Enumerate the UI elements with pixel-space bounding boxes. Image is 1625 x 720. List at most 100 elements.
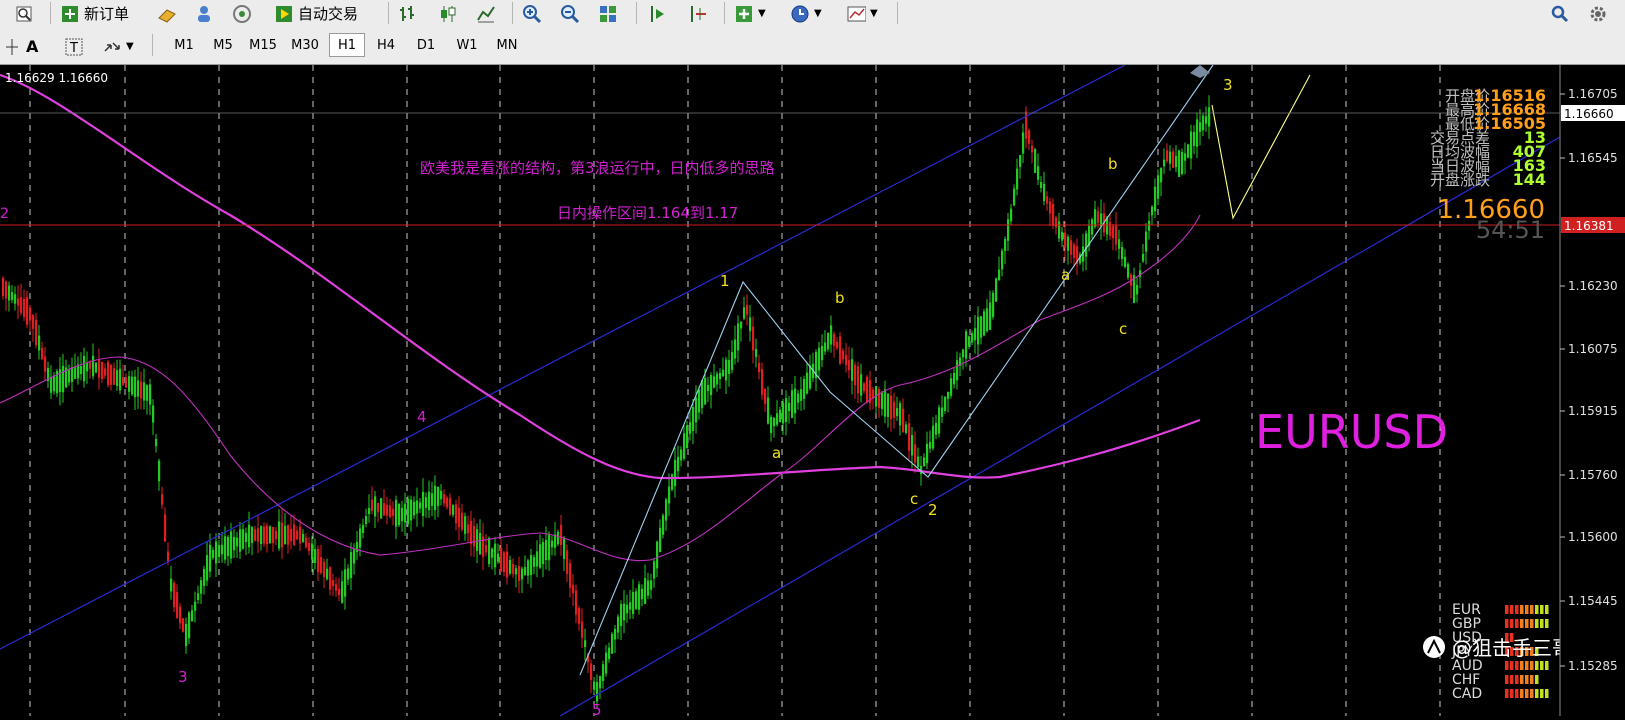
candle-body xyxy=(173,582,176,608)
crosshair-button[interactable] xyxy=(2,33,22,60)
candle-body xyxy=(413,501,416,516)
strength-bar xyxy=(1530,605,1534,614)
candle-body xyxy=(668,486,671,504)
strength-bar xyxy=(1530,689,1534,698)
candle-body xyxy=(164,514,167,542)
candle-body xyxy=(431,493,434,506)
candle-body xyxy=(443,494,446,504)
search-button[interactable] xyxy=(1550,0,1570,27)
strength-bar xyxy=(1525,605,1529,614)
candle-body xyxy=(902,408,905,433)
candle-body xyxy=(1055,217,1058,228)
zoom-out-button[interactable] xyxy=(560,0,580,27)
chart-shift-button[interactable] xyxy=(688,0,708,27)
candle-body xyxy=(1019,155,1022,167)
candle-body xyxy=(893,401,896,418)
price-chart[interactable]: 1.16629 1.16660 2 欧美我是看涨的结构，第3浪运行中，日内低多的… xyxy=(0,64,1625,719)
candle-body xyxy=(131,376,134,395)
candle-body xyxy=(818,347,821,371)
candle-body xyxy=(449,497,452,515)
candle-body xyxy=(149,384,152,405)
candle-body xyxy=(284,525,287,545)
candle-body xyxy=(1154,186,1157,212)
bar-chart-button[interactable] xyxy=(398,0,418,27)
settings-button[interactable] xyxy=(1588,0,1608,27)
candle-body xyxy=(287,525,290,545)
zoom-in-button[interactable] xyxy=(522,0,542,27)
candle-body xyxy=(215,541,218,564)
timeframe-d1[interactable]: D1 xyxy=(408,33,444,57)
timeframe-h4[interactable]: H4 xyxy=(368,33,404,57)
timeframe-m5[interactable]: M5 xyxy=(205,33,241,57)
strength-bar xyxy=(1520,605,1524,614)
candle-body xyxy=(302,534,305,542)
candle-body xyxy=(710,375,713,395)
chart-canvas[interactable]: 1.16629 1.16660 2 欧美我是看涨的结构，第3浪运行中，日内低多的… xyxy=(0,64,1625,719)
candle-body xyxy=(1202,115,1205,131)
candle-body xyxy=(326,568,329,580)
candle-chart-button[interactable] xyxy=(438,0,458,27)
candle-body xyxy=(533,557,536,567)
templates-button[interactable]: ▼ xyxy=(846,0,878,27)
timeframe-w1[interactable]: W1 xyxy=(449,33,485,57)
candle-body xyxy=(809,365,812,389)
auto-scroll-button[interactable] xyxy=(648,0,668,27)
candle-body xyxy=(1058,221,1061,239)
candle-body xyxy=(605,652,608,674)
annotation-structure: 欧美我是看涨的结构，第3浪运行中，日内低多的思路 xyxy=(420,159,775,177)
terminal-button[interactable] xyxy=(194,0,214,27)
candle-body xyxy=(743,307,746,319)
indicators-button[interactable]: ▼ xyxy=(734,0,766,27)
arrows-button[interactable]: ▼ xyxy=(102,33,134,60)
text-label-button[interactable]: T xyxy=(64,33,84,60)
auto-trade-button[interactable]: 自动交易 xyxy=(274,0,358,27)
signals-button[interactable] xyxy=(232,0,252,27)
candle-body xyxy=(653,561,656,579)
tile-windows-button[interactable] xyxy=(598,0,618,27)
axis-price-label: 1.15760 xyxy=(1568,468,1618,482)
strength-bar xyxy=(1530,619,1534,628)
candle-body xyxy=(197,593,200,600)
line-chart-button[interactable] xyxy=(476,0,496,27)
candle-body xyxy=(242,529,245,549)
candle-body xyxy=(1010,208,1013,222)
candle-body xyxy=(395,499,398,527)
strength-bar xyxy=(1525,675,1529,684)
timeframe-mn[interactable]: MN xyxy=(489,33,525,57)
strength-bar xyxy=(1540,689,1544,698)
candle-body xyxy=(1067,236,1070,251)
candle-body xyxy=(905,424,908,434)
line-chart-icon xyxy=(476,4,496,24)
candle-body xyxy=(797,393,800,403)
timeframe-m1[interactable]: M1 xyxy=(166,33,202,57)
candle-body xyxy=(1196,119,1199,147)
text-button[interactable]: A xyxy=(26,33,38,60)
zoom-fit-button[interactable] xyxy=(14,0,34,27)
candle-body xyxy=(1205,116,1208,124)
chart-shift-icon xyxy=(688,4,708,24)
candle-body xyxy=(686,425,689,449)
candle-body xyxy=(677,456,680,472)
signal-icon xyxy=(232,4,252,24)
candle-body xyxy=(761,369,764,395)
candle-body xyxy=(146,385,149,401)
timeframe-m15[interactable]: M15 xyxy=(245,33,281,57)
timeframe-m30[interactable]: M30 xyxy=(287,33,323,57)
new-order-button[interactable]: 新订单 xyxy=(60,0,129,27)
candle-body xyxy=(296,530,299,540)
strength-bar xyxy=(1515,605,1519,614)
candle-body xyxy=(497,553,500,562)
strength-bar xyxy=(1535,619,1539,628)
candle-body xyxy=(17,298,20,306)
market-watch-button[interactable] xyxy=(156,0,176,27)
periods-button[interactable]: ▼ xyxy=(790,0,822,27)
candle-body xyxy=(137,380,140,397)
candle-body xyxy=(803,379,806,399)
candle-body xyxy=(359,528,362,548)
candle-body xyxy=(827,332,830,350)
candle-body xyxy=(782,402,785,424)
candle-body xyxy=(74,367,77,379)
candle-body xyxy=(836,341,839,349)
candle-body xyxy=(83,355,86,382)
timeframe-h1[interactable]: H1 xyxy=(329,33,365,57)
